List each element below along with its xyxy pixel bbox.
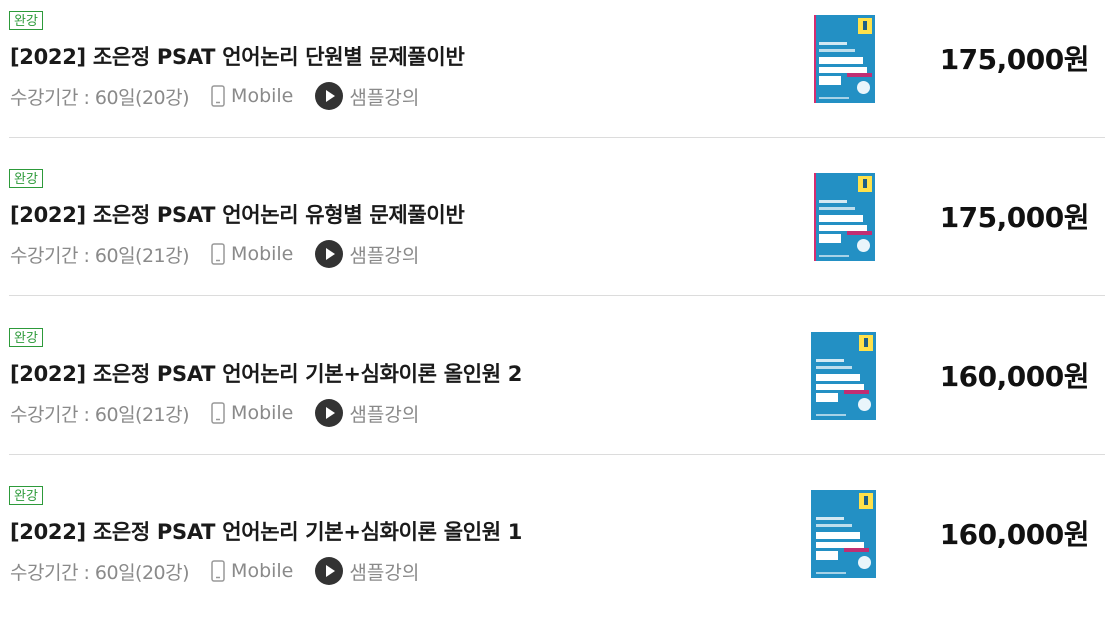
sample-lecture-button[interactable]: 샘플강의: [315, 82, 419, 110]
book-cover-image[interactable]: [811, 490, 876, 578]
sample-lecture-button[interactable]: 샘플강의: [315, 557, 419, 585]
course-price: 175,000원: [939, 201, 1090, 234]
mobile-phone-icon: [211, 560, 225, 582]
play-circle-icon: [315, 557, 344, 585]
course-period: 수강기간 : 60일(21강): [10, 244, 190, 267]
status-badge: 완강: [9, 328, 43, 347]
sample-lecture-label: 샘플강의: [349, 561, 420, 584]
course-item: 완강 [2022] 조은정 PSAT 언어논리 기본+심화이론 올인원 2 수강…: [0, 317, 1105, 475]
course-title-link[interactable]: [2022] 조은정 PSAT 언어논리 단원별 문제풀이반: [10, 41, 465, 71]
play-circle-icon: [315, 399, 344, 427]
course-price: 175,000원: [939, 43, 1090, 76]
course-item: 완강 [2022] 조은정 PSAT 언어논리 단원별 문제풀이반 수강기간 :…: [0, 0, 1105, 158]
play-circle-icon: [315, 240, 344, 268]
mobile-support: Mobile: [211, 85, 293, 107]
course-price: 160,000원: [939, 518, 1090, 551]
book-cover-image[interactable]: [814, 15, 875, 103]
book-cover-image[interactable]: [814, 173, 875, 261]
play-circle-icon: [315, 82, 344, 110]
mobile-label: Mobile: [231, 85, 294, 107]
course-title-link[interactable]: [2022] 조은정 PSAT 언어논리 유형별 문제풀이반: [10, 199, 465, 229]
course-item: 완강 [2022] 조은정 PSAT 언어논리 유형별 문제풀이반 수강기간 :…: [0, 158, 1105, 316]
mobile-label: Mobile: [231, 243, 294, 265]
course-period: 수강기간 : 60일(20강): [10, 86, 190, 109]
book-cover-image[interactable]: [811, 332, 876, 420]
mobile-support: Mobile: [211, 243, 293, 265]
status-badge: 완강: [9, 486, 43, 505]
divider: [9, 454, 1105, 455]
sample-lecture-label: 샘플강의: [349, 244, 420, 267]
course-period: 수강기간 : 60일(21강): [10, 403, 190, 426]
course-period: 수강기간 : 60일(20강): [10, 561, 190, 584]
divider: [9, 137, 1105, 138]
course-list: 완강 [2022] 조은정 PSAT 언어논리 단원별 문제풀이반 수강기간 :…: [0, 0, 1105, 601]
sample-lecture-label: 샘플강의: [349, 86, 420, 109]
course-title-link[interactable]: [2022] 조은정 PSAT 언어논리 기본+심화이론 올인원 1: [10, 516, 522, 546]
sample-lecture-button[interactable]: 샘플강의: [315, 240, 419, 268]
divider: [9, 295, 1105, 296]
mobile-support: Mobile: [211, 560, 293, 582]
course-price: 160,000원: [939, 360, 1090, 393]
sample-lecture-label: 샘플강의: [349, 403, 420, 426]
course-item: 완강 [2022] 조은정 PSAT 언어논리 기본+심화이론 올인원 1 수강…: [0, 475, 1105, 633]
mobile-label: Mobile: [231, 402, 294, 424]
course-meta: 수강기간 : 60일(21강) Mobile 샘플강의: [10, 239, 419, 269]
course-meta: 수강기간 : 60일(20강) Mobile 샘플강의: [10, 81, 419, 111]
course-meta: 수강기간 : 60일(21강) Mobile 샘플강의: [10, 398, 419, 428]
mobile-support: Mobile: [211, 402, 293, 424]
mobile-phone-icon: [211, 402, 225, 424]
mobile-phone-icon: [211, 85, 225, 107]
course-meta: 수강기간 : 60일(20강) Mobile 샘플강의: [10, 556, 419, 586]
status-badge: 완강: [9, 169, 43, 188]
mobile-phone-icon: [211, 243, 225, 265]
status-badge: 완강: [9, 11, 43, 30]
sample-lecture-button[interactable]: 샘플강의: [315, 399, 419, 427]
course-title-link[interactable]: [2022] 조은정 PSAT 언어논리 기본+심화이론 올인원 2: [10, 358, 522, 388]
mobile-label: Mobile: [231, 560, 294, 582]
